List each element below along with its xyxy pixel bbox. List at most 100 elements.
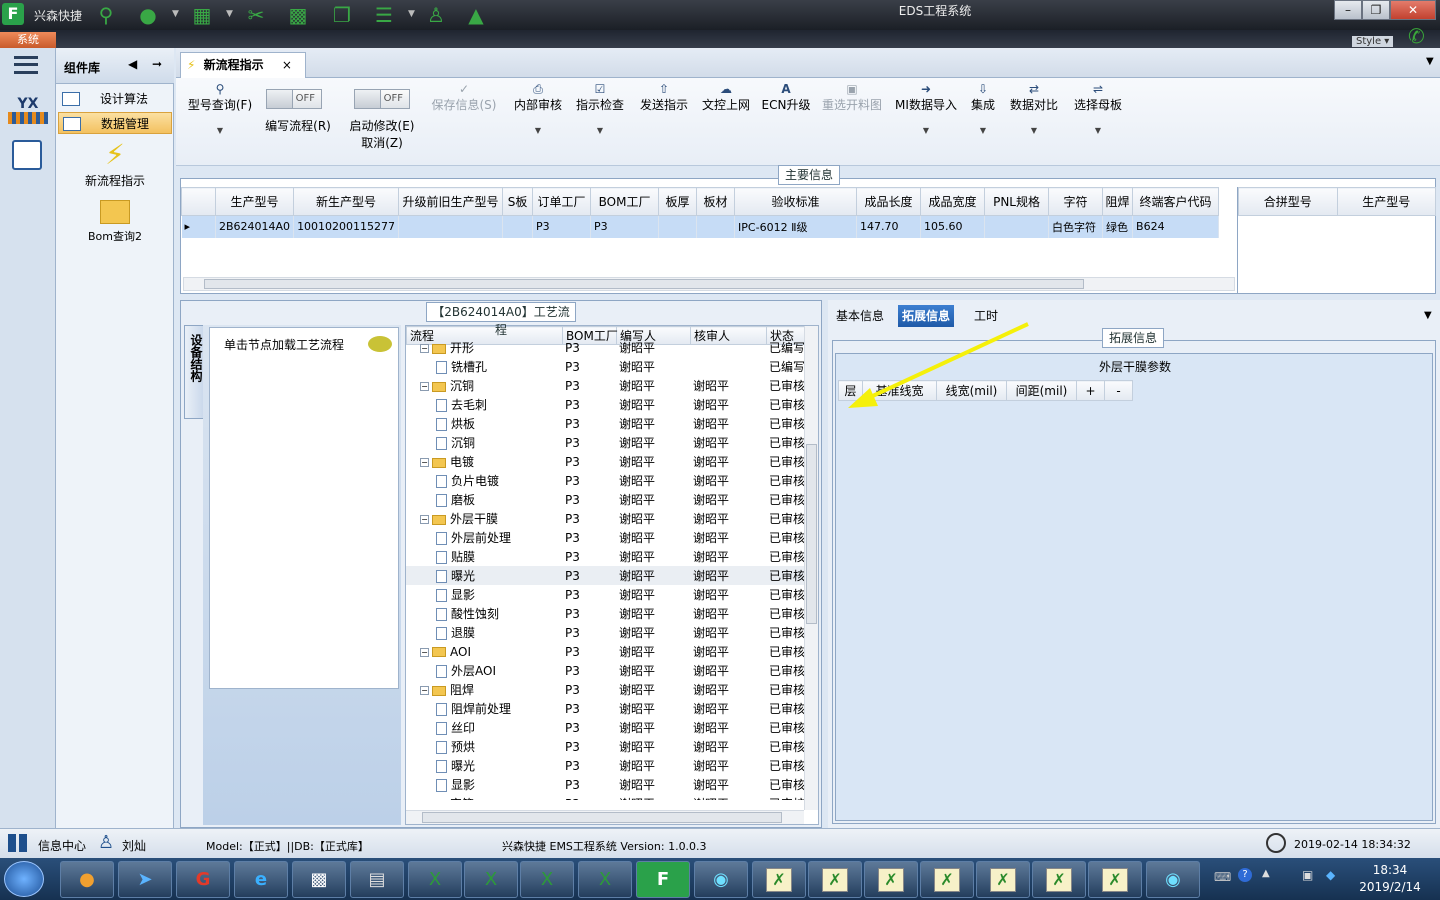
chart-icon[interactable]: ▲: [464, 3, 488, 27]
collapse-icon[interactable]: −: [420, 686, 429, 695]
chevron-down-icon[interactable]: ▼: [172, 9, 179, 19]
column-header[interactable]: -: [1104, 380, 1133, 401]
taskbar-window-3[interactable]: ✗: [864, 861, 918, 898]
column-header[interactable]: 新生产型号: [293, 187, 400, 216]
column-header[interactable]: 成品长度: [856, 187, 922, 216]
tree-row[interactable]: 负片电镀 P3 谢昭平 谢昭平 已审核: [406, 471, 810, 490]
tab-new-process[interactable]: ⚡ 新流程指示 ×: [180, 52, 306, 79]
chevron-down-icon[interactable]: ▼: [226, 9, 233, 19]
tree-row[interactable]: 显影 P3 谢昭平 谢昭平 已审核: [406, 585, 810, 604]
tree-row[interactable]: 外层前处理 P3 谢昭平 谢昭平 已审核: [406, 528, 810, 547]
style-dropdown[interactable]: Style ▾: [1352, 36, 1394, 47]
column-header[interactable]: 订单工厂: [532, 187, 592, 216]
collapse-icon[interactable]: −: [420, 647, 429, 657]
tree-node[interactable]: 磨板: [406, 490, 562, 509]
taskbar-window-7[interactable]: ✗: [1088, 861, 1142, 898]
tree-node[interactable]: − 开形: [406, 338, 562, 357]
film-icon[interactable]: ▩: [286, 3, 310, 27]
column-header[interactable]: 合拼型号: [1238, 187, 1338, 216]
taskbar-excel-3[interactable]: X: [520, 861, 574, 898]
column-header[interactable]: 验收标准: [734, 187, 858, 216]
column-header[interactable]: BOM工厂: [590, 187, 660, 216]
tree-row[interactable]: − AOI P3 谢昭平 谢昭平 已审核: [406, 642, 810, 661]
model-query-button[interactable]: ⚲ 型号查询(F) ▼: [182, 82, 258, 138]
tree-node[interactable]: 显影: [406, 775, 562, 794]
tree-row[interactable]: 阻焊前处理 P3 谢昭平 谢昭平 已审核: [406, 699, 810, 718]
scroll-thumb[interactable]: [806, 444, 817, 624]
tab-menu-chevron-icon[interactable]: ▼: [1426, 56, 1434, 67]
bom-query-tool[interactable]: Bom查询2: [60, 196, 170, 244]
column-header[interactable]: 阻焊: [1102, 187, 1134, 216]
tree-node[interactable]: 负片电镀: [406, 471, 562, 490]
panel-menu-chevron-icon[interactable]: ▼: [1424, 310, 1432, 321]
shield-icon[interactable]: ◆: [1326, 868, 1335, 882]
nav-item-design-algorithm[interactable]: 设计算法: [58, 88, 172, 110]
tree-node[interactable]: − 外层干膜: [406, 509, 562, 528]
tree-node[interactable]: 显影: [406, 585, 562, 604]
taskbar-window-1[interactable]: ✗: [752, 861, 806, 898]
doc-control-online-button[interactable]: ☁ 文控上网: [698, 82, 754, 113]
list-icon[interactable]: ☰: [372, 3, 396, 27]
taskbar-window-4[interactable]: ✗: [920, 861, 974, 898]
column-header[interactable]: 板厚: [658, 187, 698, 216]
globe-icon[interactable]: ●: [136, 3, 160, 27]
taskbar-clock[interactable]: 18:34 2019/2/14: [1350, 862, 1430, 896]
tree-row[interactable]: 酸性蚀刻 P3 谢昭平 谢昭平 已审核: [406, 604, 810, 623]
reselect-cutting-map-button[interactable]: ▣ 重选开料图: [820, 82, 884, 113]
grid-icon[interactable]: ▦: [190, 3, 214, 27]
tab-close-icon[interactable]: ×: [282, 58, 292, 72]
column-header[interactable]: 终端客户代码: [1132, 187, 1220, 216]
calculator-icon[interactable]: [12, 140, 42, 170]
send-instruction-button[interactable]: ⇧ 发送指示: [636, 82, 692, 113]
column-header[interactable]: 生产型号: [214, 187, 295, 216]
tree-node[interactable]: − 沉铜: [406, 376, 562, 395]
nav-item-data-management[interactable]: 数据管理: [58, 112, 172, 134]
taskbar-excel-2[interactable]: X: [464, 861, 518, 898]
tree-node[interactable]: 烘板: [406, 414, 562, 433]
column-header[interactable]: 升级前旧生产型号: [398, 187, 504, 216]
tree-node[interactable]: − 电镀: [406, 452, 562, 471]
tree-node[interactable]: 酸性蚀刻: [406, 604, 562, 623]
tree-vertical-scrollbar[interactable]: [804, 326, 818, 810]
column-header[interactable]: 生产型号: [1336, 187, 1436, 216]
tree-row[interactable]: 去毛刺 P3 谢昭平 谢昭平 已审核: [406, 395, 810, 414]
taskbar-app-messenger[interactable]: ➤: [118, 861, 172, 898]
scroll-thumb[interactable]: [422, 812, 782, 823]
collapse-icon[interactable]: −: [420, 458, 429, 467]
taskbar-window-2[interactable]: ✗: [808, 861, 862, 898]
chevron-down-icon[interactable]: ▼: [408, 9, 415, 19]
tree-node[interactable]: 预烘: [406, 737, 562, 756]
scroll-thumb[interactable]: [204, 279, 1084, 289]
start-modify-toggle[interactable]: OFF: [354, 89, 410, 109]
scissors-icon[interactable]: ✂: [244, 3, 268, 27]
copy-icon[interactable]: ❐: [330, 3, 354, 27]
tree-row[interactable]: − 外层干膜 P3 谢昭平 谢昭平 已审核: [406, 509, 810, 528]
tree-row[interactable]: 预烘 P3 谢昭平 谢昭平 已审核: [406, 737, 810, 756]
tree-row[interactable]: − 阻焊 P3 谢昭平 谢昭平 已审核: [406, 680, 810, 699]
tree-node[interactable]: − AOI: [406, 642, 562, 661]
tree-row[interactable]: 丝印 P3 谢昭平 谢昭平 已审核: [406, 718, 810, 737]
tree-node[interactable]: 外层前处理: [406, 528, 562, 547]
column-header[interactable]: 字符: [1048, 187, 1104, 216]
horizontal-scrollbar[interactable]: [183, 277, 1235, 291]
start-button[interactable]: [4, 861, 44, 897]
tree-node[interactable]: 外层AOI: [406, 661, 562, 680]
taskbar-excel-1[interactable]: X: [408, 861, 462, 898]
column-header[interactable]: 成品宽度: [920, 187, 986, 216]
collapse-left-icon[interactable]: ◀: [128, 57, 137, 71]
hamburger-icon[interactable]: [14, 56, 38, 74]
minimize-button[interactable]: –: [1334, 0, 1362, 20]
taskbar-app-ie[interactable]: e: [234, 861, 288, 898]
search-icon[interactable]: ⚲: [94, 3, 118, 27]
column-header[interactable]: S板: [502, 187, 534, 216]
maximize-button[interactable]: ❐: [1362, 0, 1390, 20]
user-icon[interactable]: ♙: [424, 3, 448, 27]
tree-node[interactable]: 贴膜: [406, 547, 562, 566]
tree-row[interactable]: 显影 P3 谢昭平 谢昭平 已审核: [406, 775, 810, 794]
keyboard-icon[interactable]: ⌨: [1214, 870, 1231, 884]
column-header[interactable]: 板材: [696, 187, 736, 216]
taskbar-app-network[interactable]: ◉: [1146, 861, 1200, 898]
collapse-icon[interactable]: −: [420, 382, 429, 391]
mi-data-import-button[interactable]: ➜ MI数据导入 ▼: [892, 82, 960, 138]
yx-module-icon[interactable]: YX: [8, 96, 48, 130]
